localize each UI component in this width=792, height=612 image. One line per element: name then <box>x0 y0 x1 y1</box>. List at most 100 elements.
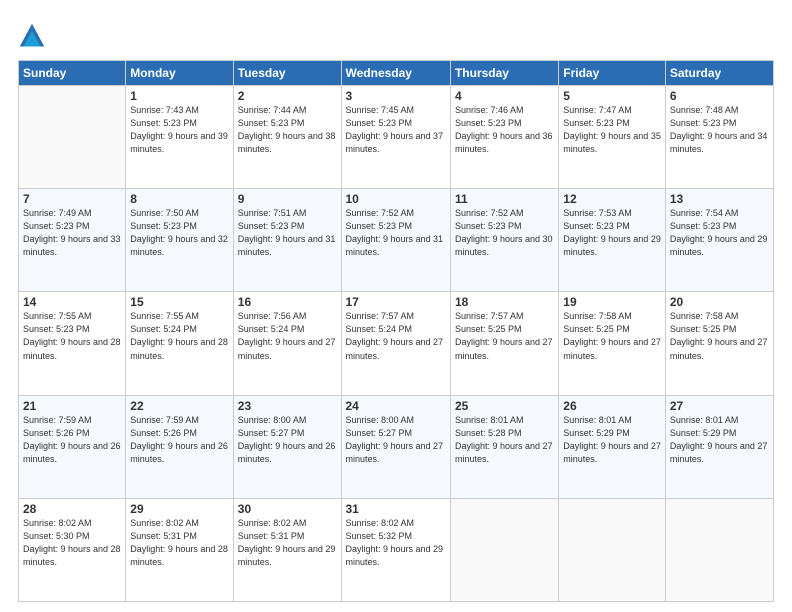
day-info: Sunrise: 8:01 AMSunset: 5:29 PMDaylight:… <box>670 414 769 466</box>
day-number: 31 <box>346 502 446 516</box>
day-number: 17 <box>346 295 446 309</box>
day-info: Sunrise: 8:02 AMSunset: 5:31 PMDaylight:… <box>130 517 228 569</box>
day-number: 29 <box>130 502 228 516</box>
day-number: 13 <box>670 192 769 206</box>
calendar-cell: 25Sunrise: 8:01 AMSunset: 5:28 PMDayligh… <box>450 395 558 498</box>
day-number: 9 <box>238 192 337 206</box>
day-info: Sunrise: 7:59 AMSunset: 5:26 PMDaylight:… <box>23 414 121 466</box>
calendar-cell: 24Sunrise: 8:00 AMSunset: 5:27 PMDayligh… <box>341 395 450 498</box>
day-info: Sunrise: 7:55 AMSunset: 5:24 PMDaylight:… <box>130 310 228 362</box>
day-info: Sunrise: 7:45 AMSunset: 5:23 PMDaylight:… <box>346 104 446 156</box>
day-number: 12 <box>563 192 661 206</box>
day-number: 1 <box>130 89 228 103</box>
calendar-cell: 12Sunrise: 7:53 AMSunset: 5:23 PMDayligh… <box>559 189 666 292</box>
calendar-cell: 19Sunrise: 7:58 AMSunset: 5:25 PMDayligh… <box>559 292 666 395</box>
day-info: Sunrise: 7:57 AMSunset: 5:24 PMDaylight:… <box>346 310 446 362</box>
day-info: Sunrise: 7:53 AMSunset: 5:23 PMDaylight:… <box>563 207 661 259</box>
day-number: 8 <box>130 192 228 206</box>
calendar-cell: 17Sunrise: 7:57 AMSunset: 5:24 PMDayligh… <box>341 292 450 395</box>
day-info: Sunrise: 7:50 AMSunset: 5:23 PMDaylight:… <box>130 207 228 259</box>
day-number: 25 <box>455 399 554 413</box>
day-info: Sunrise: 7:58 AMSunset: 5:25 PMDaylight:… <box>670 310 769 362</box>
day-number: 14 <box>23 295 121 309</box>
calendar-cell: 18Sunrise: 7:57 AMSunset: 5:25 PMDayligh… <box>450 292 558 395</box>
calendar-cell: 15Sunrise: 7:55 AMSunset: 5:24 PMDayligh… <box>126 292 233 395</box>
calendar-cell: 21Sunrise: 7:59 AMSunset: 5:26 PMDayligh… <box>19 395 126 498</box>
week-row-0: 1Sunrise: 7:43 AMSunset: 5:23 PMDaylight… <box>19 86 774 189</box>
weekday-header-monday: Monday <box>126 61 233 86</box>
day-number: 28 <box>23 502 121 516</box>
calendar-cell: 13Sunrise: 7:54 AMSunset: 5:23 PMDayligh… <box>665 189 773 292</box>
week-row-3: 21Sunrise: 7:59 AMSunset: 5:26 PMDayligh… <box>19 395 774 498</box>
day-number: 18 <box>455 295 554 309</box>
calendar-cell: 29Sunrise: 8:02 AMSunset: 5:31 PMDayligh… <box>126 498 233 601</box>
day-info: Sunrise: 7:52 AMSunset: 5:23 PMDaylight:… <box>346 207 446 259</box>
weekday-header-saturday: Saturday <box>665 61 773 86</box>
calendar-cell: 6Sunrise: 7:48 AMSunset: 5:23 PMDaylight… <box>665 86 773 189</box>
day-info: Sunrise: 7:54 AMSunset: 5:23 PMDaylight:… <box>670 207 769 259</box>
day-number: 10 <box>346 192 446 206</box>
calendar-cell <box>665 498 773 601</box>
day-info: Sunrise: 7:46 AMSunset: 5:23 PMDaylight:… <box>455 104 554 156</box>
calendar-cell <box>559 498 666 601</box>
calendar-cell: 5Sunrise: 7:47 AMSunset: 5:23 PMDaylight… <box>559 86 666 189</box>
header <box>18 18 774 50</box>
day-number: 11 <box>455 192 554 206</box>
calendar-cell: 11Sunrise: 7:52 AMSunset: 5:23 PMDayligh… <box>450 189 558 292</box>
day-info: Sunrise: 7:56 AMSunset: 5:24 PMDaylight:… <box>238 310 337 362</box>
day-info: Sunrise: 8:00 AMSunset: 5:27 PMDaylight:… <box>346 414 446 466</box>
day-info: Sunrise: 7:43 AMSunset: 5:23 PMDaylight:… <box>130 104 228 156</box>
logo <box>18 22 50 50</box>
calendar-cell: 23Sunrise: 8:00 AMSunset: 5:27 PMDayligh… <box>233 395 341 498</box>
day-info: Sunrise: 8:00 AMSunset: 5:27 PMDaylight:… <box>238 414 337 466</box>
calendar-cell <box>450 498 558 601</box>
day-info: Sunrise: 7:49 AMSunset: 5:23 PMDaylight:… <box>23 207 121 259</box>
calendar-cell: 27Sunrise: 8:01 AMSunset: 5:29 PMDayligh… <box>665 395 773 498</box>
calendar-table: SundayMondayTuesdayWednesdayThursdayFrid… <box>18 60 774 602</box>
day-number: 26 <box>563 399 661 413</box>
day-info: Sunrise: 7:57 AMSunset: 5:25 PMDaylight:… <box>455 310 554 362</box>
day-number: 24 <box>346 399 446 413</box>
week-row-4: 28Sunrise: 8:02 AMSunset: 5:30 PMDayligh… <box>19 498 774 601</box>
calendar-cell: 3Sunrise: 7:45 AMSunset: 5:23 PMDaylight… <box>341 86 450 189</box>
day-number: 23 <box>238 399 337 413</box>
day-number: 27 <box>670 399 769 413</box>
day-number: 22 <box>130 399 228 413</box>
day-info: Sunrise: 7:55 AMSunset: 5:23 PMDaylight:… <box>23 310 121 362</box>
calendar-cell: 22Sunrise: 7:59 AMSunset: 5:26 PMDayligh… <box>126 395 233 498</box>
day-number: 3 <box>346 89 446 103</box>
weekday-header-tuesday: Tuesday <box>233 61 341 86</box>
day-number: 30 <box>238 502 337 516</box>
day-number: 21 <box>23 399 121 413</box>
day-number: 15 <box>130 295 228 309</box>
weekday-header-wednesday: Wednesday <box>341 61 450 86</box>
day-info: Sunrise: 7:58 AMSunset: 5:25 PMDaylight:… <box>563 310 661 362</box>
day-info: Sunrise: 8:02 AMSunset: 5:31 PMDaylight:… <box>238 517 337 569</box>
day-info: Sunrise: 7:52 AMSunset: 5:23 PMDaylight:… <box>455 207 554 259</box>
logo-icon <box>18 22 46 50</box>
day-number: 19 <box>563 295 661 309</box>
calendar-cell: 26Sunrise: 8:01 AMSunset: 5:29 PMDayligh… <box>559 395 666 498</box>
day-info: Sunrise: 7:44 AMSunset: 5:23 PMDaylight:… <box>238 104 337 156</box>
calendar-cell: 28Sunrise: 8:02 AMSunset: 5:30 PMDayligh… <box>19 498 126 601</box>
weekday-header-friday: Friday <box>559 61 666 86</box>
day-info: Sunrise: 7:51 AMSunset: 5:23 PMDaylight:… <box>238 207 337 259</box>
calendar-cell: 10Sunrise: 7:52 AMSunset: 5:23 PMDayligh… <box>341 189 450 292</box>
day-number: 4 <box>455 89 554 103</box>
calendar-cell: 9Sunrise: 7:51 AMSunset: 5:23 PMDaylight… <box>233 189 341 292</box>
calendar-cell: 31Sunrise: 8:02 AMSunset: 5:32 PMDayligh… <box>341 498 450 601</box>
day-info: Sunrise: 7:48 AMSunset: 5:23 PMDaylight:… <box>670 104 769 156</box>
day-info: Sunrise: 8:02 AMSunset: 5:30 PMDaylight:… <box>23 517 121 569</box>
day-number: 16 <box>238 295 337 309</box>
day-info: Sunrise: 8:01 AMSunset: 5:28 PMDaylight:… <box>455 414 554 466</box>
calendar-cell: 16Sunrise: 7:56 AMSunset: 5:24 PMDayligh… <box>233 292 341 395</box>
week-row-2: 14Sunrise: 7:55 AMSunset: 5:23 PMDayligh… <box>19 292 774 395</box>
day-info: Sunrise: 8:01 AMSunset: 5:29 PMDaylight:… <box>563 414 661 466</box>
calendar-page: SundayMondayTuesdayWednesdayThursdayFrid… <box>0 0 792 612</box>
day-number: 20 <box>670 295 769 309</box>
weekday-header-thursday: Thursday <box>450 61 558 86</box>
week-row-1: 7Sunrise: 7:49 AMSunset: 5:23 PMDaylight… <box>19 189 774 292</box>
calendar-cell: 30Sunrise: 8:02 AMSunset: 5:31 PMDayligh… <box>233 498 341 601</box>
calendar-cell: 20Sunrise: 7:58 AMSunset: 5:25 PMDayligh… <box>665 292 773 395</box>
calendar-cell: 7Sunrise: 7:49 AMSunset: 5:23 PMDaylight… <box>19 189 126 292</box>
